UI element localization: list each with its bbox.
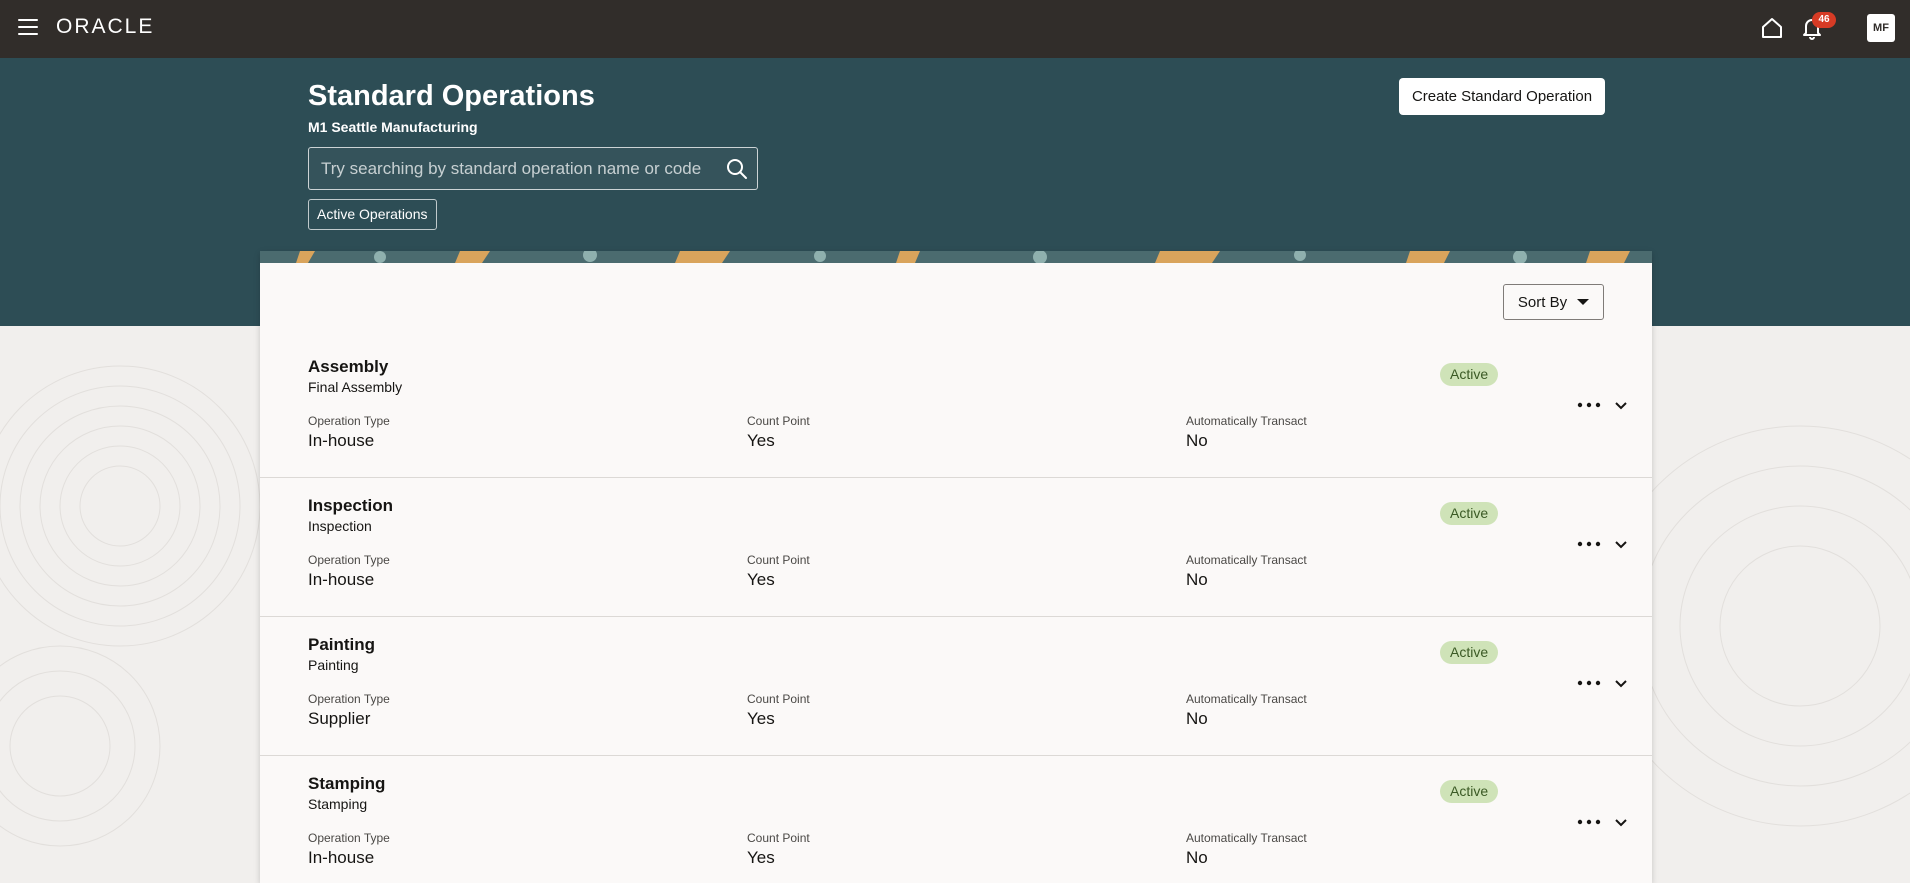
field-label: Automatically Transact <box>1186 692 1307 706</box>
status-badge: Active <box>1440 780 1499 803</box>
field-label: Count Point <box>747 831 810 845</box>
operation-name[interactable]: Inspection <box>308 496 393 516</box>
more-actions-icon[interactable] <box>1577 816 1601 828</box>
more-actions-icon[interactable] <box>1577 538 1601 550</box>
more-actions-icon[interactable] <box>1577 677 1601 689</box>
field-label: Automatically Transact <box>1186 831 1307 845</box>
oracle-logo[interactable]: ORACLE <box>56 15 154 39</box>
operations-list: Assembly Final Assembly Active Operation… <box>260 339 1652 883</box>
field-automatically-transact: Automatically Transact No <box>1186 553 1307 590</box>
operation-description: Inspection <box>308 518 372 534</box>
operation-name[interactable]: Assembly <box>308 357 388 377</box>
operation-row[interactable]: Inspection Inspection Active Operation T… <box>260 478 1652 617</box>
chevron-down-icon[interactable] <box>1614 538 1628 552</box>
field-value: No <box>1186 570 1208 589</box>
caret-down-icon <box>1577 299 1590 305</box>
operation-row[interactable]: Painting Painting Active Operation Type … <box>260 617 1652 756</box>
operation-row[interactable]: Assembly Final Assembly Active Operation… <box>260 339 1652 478</box>
operation-name[interactable]: Painting <box>308 635 375 655</box>
field-label: Automatically Transact <box>1186 414 1307 428</box>
sort-by-label: Sort By <box>1517 293 1568 311</box>
user-avatar[interactable]: MF <box>1867 14 1895 42</box>
chevron-down-icon[interactable] <box>1614 816 1628 830</box>
standard-operations-card: Sort By Assembly Final Assembly Active O… <box>260 251 1652 883</box>
organization-name: M1 Seattle Manufacturing <box>308 119 478 135</box>
operation-row[interactable]: Stamping Stamping Active Operation Type … <box>260 756 1652 883</box>
notification-count-badge: 46 <box>1812 12 1836 28</box>
menu-icon[interactable] <box>18 19 38 37</box>
field-label: Automatically Transact <box>1186 553 1307 567</box>
field-label: Operation Type <box>308 553 390 567</box>
field-value: In-house <box>308 570 375 589</box>
operation-description: Painting <box>308 657 359 673</box>
field-operation-type: Operation Type In-house <box>308 831 390 868</box>
search-icon[interactable] <box>717 149 757 189</box>
field-automatically-transact: Automatically Transact No <box>1186 414 1307 451</box>
operation-description: Stamping <box>308 796 368 812</box>
field-count-point: Count Point Yes <box>747 692 810 729</box>
status-badge: Active <box>1440 363 1499 386</box>
field-value: In-house <box>308 431 375 450</box>
field-label: Operation Type <box>308 831 390 845</box>
field-label: Operation Type <box>308 414 390 428</box>
field-label: Count Point <box>747 553 810 567</box>
field-automatically-transact: Automatically Transact No <box>1186 831 1307 868</box>
sort-by-button[interactable]: Sort By <box>1503 284 1604 320</box>
field-value: No <box>1186 709 1208 728</box>
card-decorative-banner <box>260 251 1652 263</box>
operation-description: Final Assembly <box>308 379 403 395</box>
operation-name[interactable]: Stamping <box>308 774 385 794</box>
field-operation-type: Operation Type In-house <box>308 553 390 590</box>
field-value: Yes <box>747 431 775 450</box>
more-actions-icon[interactable] <box>1577 399 1601 411</box>
chevron-down-icon[interactable] <box>1614 399 1628 413</box>
global-header: ORACLE 46 MF <box>0 0 1910 58</box>
field-count-point: Count Point Yes <box>747 414 810 451</box>
field-operation-type: Operation Type Supplier <box>308 692 390 729</box>
field-value: Yes <box>747 848 775 867</box>
field-label: Count Point <box>747 692 810 706</box>
field-value: Yes <box>747 709 775 728</box>
search-input[interactable] <box>309 148 717 189</box>
field-value: Supplier <box>308 709 371 728</box>
field-value: No <box>1186 431 1208 450</box>
create-standard-operation-button[interactable]: Create Standard Operation <box>1399 78 1605 115</box>
field-count-point: Count Point Yes <box>747 831 810 868</box>
chevron-down-icon[interactable] <box>1614 677 1628 691</box>
home-icon[interactable] <box>1760 16 1784 40</box>
field-operation-type: Operation Type In-house <box>308 414 390 451</box>
field-label: Operation Type <box>308 692 390 706</box>
search-box <box>308 147 758 190</box>
field-value: Yes <box>747 570 775 589</box>
field-value: In-house <box>308 848 375 867</box>
field-count-point: Count Point Yes <box>747 553 810 590</box>
active-operations-filter-chip[interactable]: Active Operations <box>308 199 437 230</box>
status-badge: Active <box>1440 641 1499 664</box>
page-title: Standard Operations <box>308 80 595 112</box>
field-value: No <box>1186 848 1208 867</box>
status-badge: Active <box>1440 502 1499 525</box>
field-automatically-transact: Automatically Transact No <box>1186 692 1307 729</box>
field-label: Count Point <box>747 414 810 428</box>
